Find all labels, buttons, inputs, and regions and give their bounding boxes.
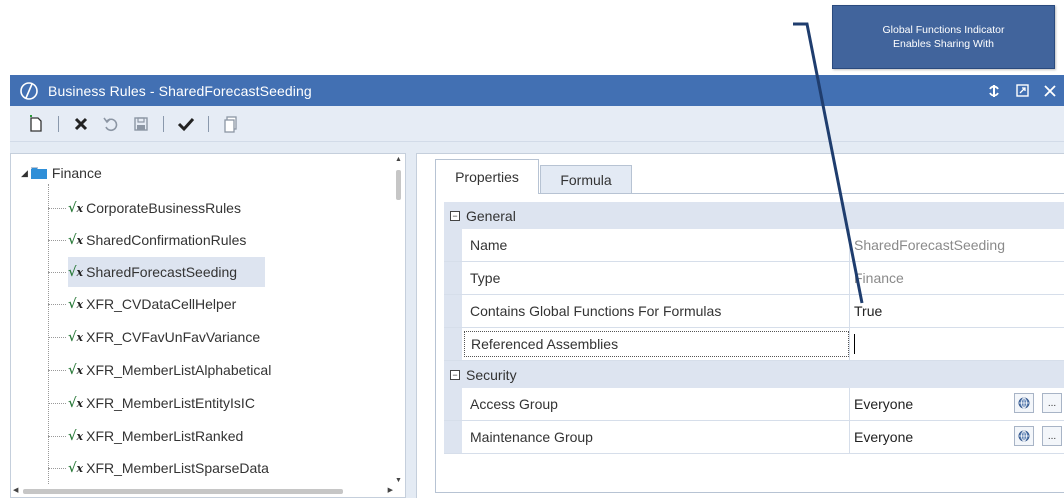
tree-item[interactable]: √x CorporateBusinessRules [48, 193, 398, 223]
business-rules-window: Business Rules - SharedForecastSeeding ◢… [10, 75, 1064, 498]
text-caret [854, 334, 855, 354]
tree-item[interactable]: √x XFR_MemberListRanked [48, 421, 398, 451]
tree-item-label: XFR_CVFavUnFavVariance [86, 329, 261, 345]
property-row-global-functions[interactable]: Contains Global Functions For Formulas T… [444, 295, 1064, 328]
close-icon[interactable] [1036, 75, 1064, 106]
globe-icon[interactable] [1014, 393, 1034, 413]
scroll-left-arrow-icon[interactable]: ◀ [13, 486, 18, 494]
check-icon[interactable] [174, 112, 198, 136]
toolbar-separator [208, 115, 209, 132]
tree-item-label: XFR_MemberListAlphabetical [86, 362, 272, 378]
focused-label-text: Referenced Assemblies [464, 331, 849, 357]
tree-item[interactable]: √x XFR_MemberListEntityIsIC [48, 388, 398, 418]
property-row-type[interactable]: Type Finance [444, 262, 1064, 295]
tab-formula[interactable]: Formula [540, 165, 632, 194]
property-referenced-assemblies-label: Referenced Assemblies [462, 328, 850, 360]
detail-panel: Properties Formula − General Name Shared… [416, 153, 1064, 498]
sync-icon[interactable] [980, 75, 1008, 106]
formula-icon: √x [68, 395, 84, 411]
property-row-name[interactable]: Name SharedForecastSeeding [444, 229, 1064, 262]
property-maintenance-group-label: Maintenance Group [462, 421, 850, 453]
callout-line-2: Enables Sharing With [893, 38, 994, 50]
save-icon[interactable] [129, 112, 153, 136]
property-row-referenced-assemblies[interactable]: Referenced Assemblies [444, 328, 1064, 361]
scroll-right-arrow-icon[interactable]: ▶ [388, 486, 393, 494]
scrollbar-thumb[interactable] [23, 489, 343, 494]
formula-icon: √x [68, 428, 84, 444]
category-label: General [466, 207, 516, 224]
formula-icon: √x [68, 232, 84, 248]
property-grid: − General Name SharedForecastSeeding Typ… [444, 202, 1064, 454]
category-security[interactable]: − Security [444, 361, 1064, 388]
property-row-maintenance-group[interactable]: Maintenance Group Everyone ... [444, 421, 1064, 454]
revert-icon[interactable] [99, 112, 123, 136]
scroll-up-arrow-icon[interactable]: ▲ [395, 156, 402, 163]
maintenance-group-text: Everyone [854, 429, 914, 445]
tree-vertical-scrollbar[interactable]: ▲ ▼ [393, 154, 405, 484]
property-name-label: Name [462, 229, 850, 261]
property-access-group-value[interactable]: Everyone ... [850, 388, 1064, 420]
delete-icon[interactable] [69, 112, 93, 136]
new-icon[interactable] [24, 112, 48, 136]
property-referenced-assemblies-input[interactable] [850, 328, 1064, 360]
tree-item[interactable]: √x XFR_MemberListAlphabetical [48, 355, 398, 385]
window-title: Business Rules - SharedForecastSeeding [48, 82, 312, 99]
collapse-minus-icon[interactable]: − [450, 369, 460, 380]
property-global-functions-label: Contains Global Functions For Formulas [462, 295, 850, 327]
formula-icon: √x [68, 460, 84, 476]
property-row-access-group[interactable]: Access Group Everyone ... [444, 388, 1064, 421]
scrollbar-thumb[interactable] [396, 170, 401, 200]
property-name-value: SharedForecastSeeding [854, 237, 1005, 253]
toolbar [10, 106, 1064, 142]
annotation-callout: Global Functions Indicator Enables Shari… [832, 5, 1055, 69]
tree-item-label: XFR_MemberListSparseData [86, 460, 269, 476]
restore-icon[interactable] [1008, 75, 1036, 106]
tree-item[interactable]: √x SharedConfirmationRules [48, 225, 398, 255]
copy-icon[interactable] [219, 112, 243, 136]
tree-item[interactable]: √x XFR_CVFavUnFavVariance [48, 322, 398, 352]
tree-root-finance[interactable]: ◢ Finance [21, 162, 102, 184]
tree-item[interactable]: √x XFR_CVDataCellHelper [48, 289, 398, 319]
property-maintenance-group-value[interactable]: Everyone ... [850, 421, 1064, 453]
category-general[interactable]: − General [444, 202, 1064, 229]
collapse-minus-icon[interactable]: − [450, 210, 460, 221]
property-type-label: Type [462, 262, 850, 294]
title-bar: Business Rules - SharedForecastSeeding [10, 75, 1064, 106]
tree-item-label: XFR_CVDataCellHelper [86, 296, 237, 312]
globe-icon[interactable] [1014, 426, 1034, 446]
tree-item-label: SharedForecastSeeding [86, 264, 238, 280]
folder-icon [30, 167, 47, 179]
ellipsis-button[interactable]: ... [1042, 426, 1062, 446]
formula-icon: √x [68, 329, 84, 345]
scroll-down-arrow-icon[interactable]: ▼ [395, 477, 402, 484]
tree-item-label: XFR_MemberListEntityIsIC [86, 395, 255, 411]
tab-properties[interactable]: Properties [435, 159, 539, 194]
property-global-functions-value[interactable]: True [850, 295, 1064, 327]
tree-item-label: SharedConfirmationRules [86, 232, 247, 248]
formula-icon: √x [68, 362, 84, 378]
collapse-triangle-icon[interactable]: ◢ [21, 168, 28, 179]
tree-item-label: XFR_MemberListRanked [86, 428, 244, 444]
formula-icon: √x [68, 296, 84, 312]
tree-item[interactable]: √x XFR_MemberListSparseData [48, 453, 398, 483]
app-logo-icon [18, 80, 40, 102]
toolbar-separator [163, 115, 164, 132]
business-rules-tree: ◢ Finance √x CorporateBusinessRules √x S… [10, 153, 406, 498]
tree-item-label: CorporateBusinessRules [86, 200, 241, 216]
category-label: Security [466, 366, 517, 383]
formula-icon: √x [68, 264, 84, 280]
callout-line-1: Global Functions Indicator [882, 24, 1005, 36]
tree-horizontal-scrollbar[interactable]: ◀ ▶ [11, 485, 395, 497]
property-access-group-label: Access Group [462, 388, 850, 420]
toolbar-separator [58, 115, 59, 132]
formula-icon: √x [68, 200, 84, 216]
properties-tab-body: − General Name SharedForecastSeeding Typ… [435, 193, 1064, 493]
tree-root-label: Finance [51, 165, 102, 181]
ellipsis-button[interactable]: ... [1042, 393, 1062, 413]
tree-item-selected[interactable]: √x SharedForecastSeeding [48, 257, 398, 287]
access-group-text: Everyone [854, 396, 914, 412]
property-type-value: Finance [854, 270, 904, 286]
